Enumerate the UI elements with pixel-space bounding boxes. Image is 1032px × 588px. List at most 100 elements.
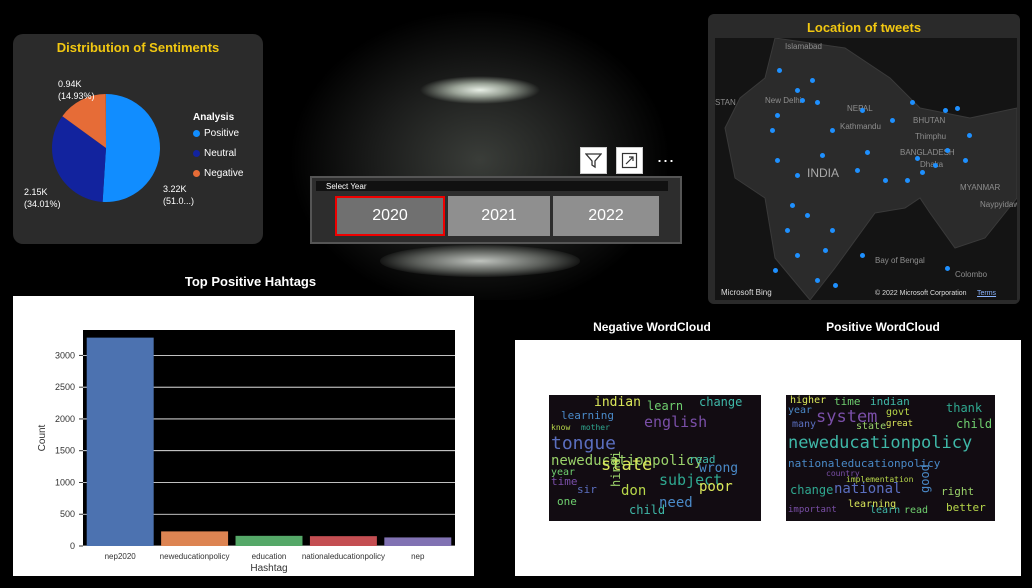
- pie-slice-positive[interactable]: [102, 94, 161, 202]
- bing-logo-icon: Microsoft Bing: [721, 288, 772, 297]
- map-label-kathmandu: Kathmandu: [840, 122, 881, 131]
- tweet-location-dot[interactable]: [883, 178, 888, 183]
- tweet-location-dot[interactable]: [860, 253, 865, 258]
- tweet-location-dot[interactable]: [815, 278, 820, 283]
- y-tick-label: 0: [70, 541, 75, 551]
- tweet-location-dot[interactable]: [955, 106, 960, 111]
- legend-item-neutral[interactable]: Neutral: [193, 143, 243, 163]
- y-tick-label: 500: [60, 509, 75, 519]
- tweet-location-dot[interactable]: [785, 228, 790, 233]
- positive-pct: (51.0...): [163, 196, 195, 206]
- x-tick-label: education: [252, 552, 287, 561]
- wordcloud-word: english: [644, 413, 708, 431]
- bar-nep2020[interactable]: [86, 337, 154, 546]
- positive-value-label: 3.22K (51.0...): [163, 183, 194, 207]
- legend-label-neutral: Neutral: [204, 147, 237, 159]
- tweet-location-dot[interactable]: [777, 68, 782, 73]
- tweet-location-map[interactable]: Islamabad STAN New Delhi NEPAL Kathmandu…: [715, 38, 1017, 300]
- tweet-location-dot[interactable]: [910, 100, 915, 105]
- tweet-location-dot[interactable]: [967, 133, 972, 138]
- wordcloud-word: national: [834, 481, 902, 497]
- negative-dot-icon: [193, 169, 200, 177]
- tweet-location-dot[interactable]: [795, 253, 800, 258]
- tweet-location-dot[interactable]: [815, 100, 820, 105]
- wordcloud-word: poor: [699, 479, 733, 495]
- map-label-islamabad: Islamabad: [785, 42, 822, 51]
- sentiment-pie[interactable]: [50, 92, 162, 204]
- tweet-location-dot[interactable]: [800, 98, 805, 103]
- wordcloud-word: state: [856, 421, 887, 432]
- map-title: Location of tweets: [806, 20, 922, 35]
- negative-wordcloud-title: Negative WordCloud: [593, 320, 711, 334]
- tweet-location-dot[interactable]: [805, 213, 810, 218]
- wordcloud-word: learn: [870, 505, 901, 516]
- wordcloud-word: thank: [946, 401, 983, 415]
- tweet-location-dot[interactable]: [945, 266, 950, 271]
- map-terms-link[interactable]: Terms: [977, 290, 996, 297]
- tweet-location-dot[interactable]: [920, 170, 925, 175]
- wordcloud-word: know: [551, 423, 571, 432]
- legend-item-positive[interactable]: Positive: [193, 123, 243, 143]
- slicer-header: [316, 181, 668, 191]
- neutral-value: 2.15K: [24, 187, 48, 197]
- tweet-location-dot[interactable]: [790, 203, 795, 208]
- year-button-2022[interactable]: 2022: [553, 196, 659, 236]
- wordcloud-word: change: [699, 395, 743, 409]
- map-label-myanmar: MYANMAR: [960, 183, 1001, 192]
- tweet-location-dot[interactable]: [820, 153, 825, 158]
- tweet-location-dot[interactable]: [890, 118, 895, 123]
- year-button-2021[interactable]: 2021: [448, 196, 550, 236]
- bar-education[interactable]: [235, 535, 303, 546]
- filter-icon: [585, 153, 602, 169]
- wordcloud-word: great: [886, 419, 914, 429]
- tweet-location-dot[interactable]: [775, 113, 780, 118]
- tweet-location-dot[interactable]: [945, 148, 950, 153]
- wordcloud-word: important: [788, 505, 837, 515]
- focus-mode-button[interactable]: [616, 147, 643, 174]
- map-land-shape: [724, 38, 1017, 300]
- year-button-2020[interactable]: 2020: [335, 196, 445, 236]
- hashtag-chart-title: Top Positive Hahtags: [184, 274, 317, 289]
- tweet-location-dot[interactable]: [830, 228, 835, 233]
- tweet-location-dot[interactable]: [963, 158, 968, 163]
- tweet-location-dot[interactable]: [905, 178, 910, 183]
- map-label-dhaka: Dhaka: [920, 160, 944, 169]
- focus-mode-icon: [621, 152, 638, 169]
- bar-neweducationpolicy[interactable]: [161, 531, 229, 546]
- y-tick-label: 1000: [55, 477, 75, 487]
- positive-wordcloud-title: Positive WordCloud: [826, 320, 940, 334]
- bar-nationaleducationpolicy[interactable]: [309, 536, 377, 546]
- tweet-location-dot[interactable]: [775, 158, 780, 163]
- more-options-button[interactable]: ⋯: [652, 147, 680, 174]
- tweet-location-dot[interactable]: [795, 173, 800, 178]
- tweet-location-dot[interactable]: [943, 108, 948, 113]
- tunnel-floor-glow: [380, 245, 580, 277]
- tweet-location-dot[interactable]: [773, 268, 778, 273]
- tweet-location-dot[interactable]: [860, 108, 865, 113]
- wordcloud-word: indian: [594, 395, 641, 410]
- wordcloud-word: good: [918, 464, 932, 493]
- tweet-location-dot[interactable]: [830, 128, 835, 133]
- tweet-location-dot[interactable]: [833, 283, 838, 288]
- tweet-location-dot[interactable]: [770, 128, 775, 133]
- tweet-location-dot[interactable]: [915, 156, 920, 161]
- wordcloud-word: sir: [577, 483, 597, 496]
- tweet-location-dot[interactable]: [865, 150, 870, 155]
- hashtag-chart-card[interactable]: 0 500 1000 1500 2000 2500 3000 nep2020 neweducat…: [13, 296, 474, 576]
- wordcloud-word: year: [788, 405, 813, 416]
- tweet-location-dot[interactable]: [823, 248, 828, 253]
- wordcloud-word: don: [621, 483, 647, 499]
- legend-item-negative[interactable]: Negative: [193, 163, 243, 183]
- bar-nep[interactable]: [384, 537, 452, 546]
- y-tick-label: 2000: [55, 414, 75, 424]
- x-tick-label: nep: [411, 552, 425, 561]
- wordcloud-word: one: [557, 495, 577, 508]
- tweet-location-dot[interactable]: [810, 78, 815, 83]
- wordcloud-word: mother: [581, 423, 610, 432]
- wordcloud-word: right: [941, 485, 975, 498]
- tweet-location-dot[interactable]: [855, 168, 860, 173]
- filter-button[interactable]: [580, 147, 607, 174]
- tweet-location-dot[interactable]: [795, 88, 800, 93]
- positive-value: 3.22K: [163, 184, 187, 194]
- tweet-location-dot[interactable]: [933, 163, 938, 168]
